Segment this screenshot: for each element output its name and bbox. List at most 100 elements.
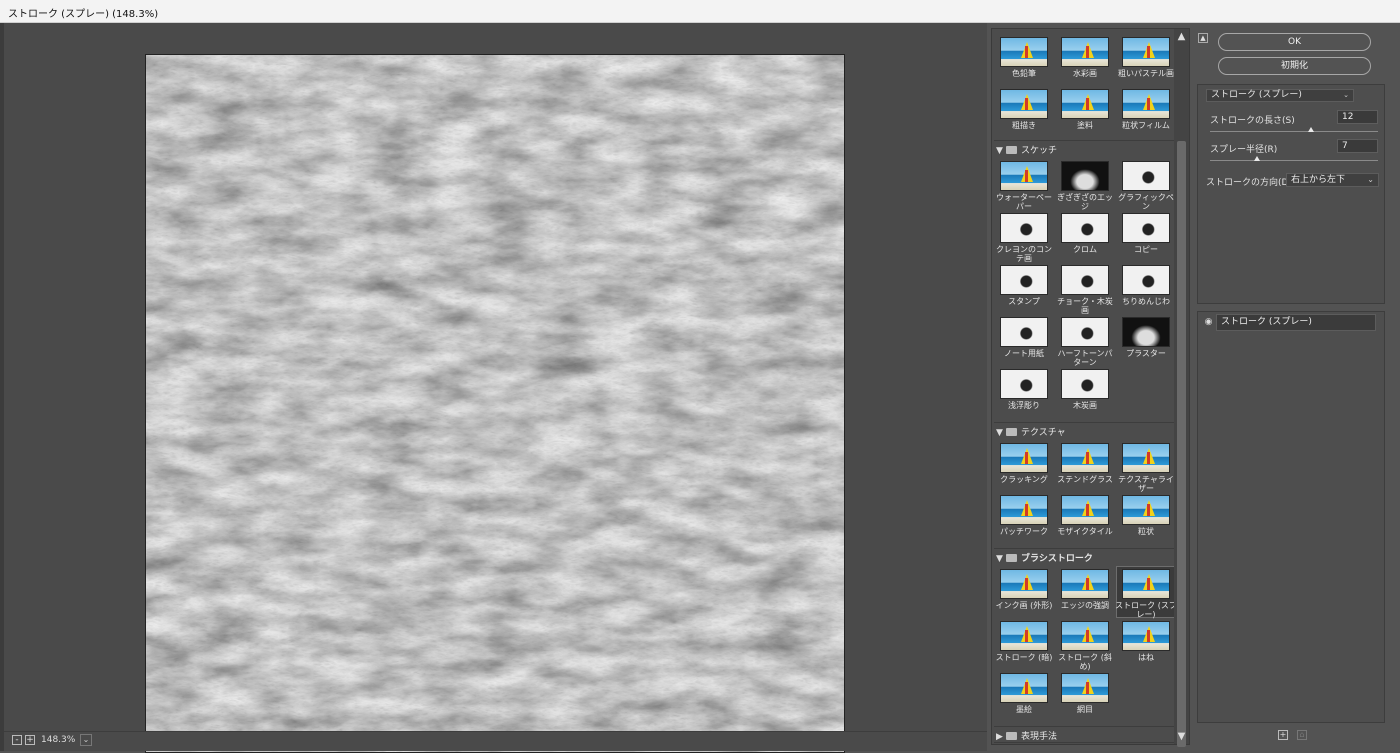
filter-thumbnail[interactable]: インク画 (外形) bbox=[995, 567, 1053, 617]
filter-thumbnail[interactable]: テクスチャライザー bbox=[1117, 441, 1175, 493]
scroll-down-button[interactable]: ▼ bbox=[1176, 731, 1187, 742]
sail-stripe bbox=[1086, 578, 1089, 590]
filter-thumbnail[interactable]: はね bbox=[1117, 619, 1175, 669]
filter-thumbnail[interactable]: 粗描き bbox=[995, 87, 1053, 137]
expand-down-icon[interactable]: ▼ bbox=[996, 554, 1006, 564]
filter-thumbnail[interactable]: 浅浮彫り bbox=[995, 367, 1053, 417]
reset-button[interactable]: 初期化 bbox=[1218, 57, 1371, 75]
stroke-direction-label: ストロークの方向(D) : bbox=[1206, 178, 1298, 188]
stroke-length-slider-thumb[interactable] bbox=[1307, 127, 1314, 132]
stroke-length-slider[interactable] bbox=[1210, 131, 1378, 132]
gallery-scrollbar[interactable]: ▲ ▼ bbox=[1174, 29, 1189, 747]
sail-stripe bbox=[1147, 630, 1150, 642]
filter-thumbnail[interactable]: クレヨンのコンテ画 bbox=[995, 211, 1053, 263]
category-divider bbox=[994, 422, 1174, 423]
filter-label: 網目 bbox=[1077, 705, 1093, 714]
filter-thumbnail[interactable]: ウォーターペーパー bbox=[995, 159, 1053, 211]
spray-radius-slider[interactable] bbox=[1210, 160, 1378, 161]
filter-label: チョーク・木炭画 bbox=[1057, 297, 1113, 315]
sail-stripe bbox=[1086, 630, 1089, 642]
scroll-thumb[interactable] bbox=[1177, 141, 1186, 747]
trash-icon[interactable]: ⌂ bbox=[1297, 730, 1307, 740]
filter-thumbnail[interactable]: プラスター bbox=[1117, 315, 1175, 365]
expand-down-icon[interactable]: ▼ bbox=[996, 146, 1006, 156]
gallery-category[interactable]: ▶ 表現手法 bbox=[996, 729, 1172, 743]
zoom-in-button[interactable]: + bbox=[25, 735, 35, 745]
filter-thumbnail[interactable]: ステンドグラス bbox=[1056, 441, 1114, 491]
sail-stripe bbox=[1147, 46, 1150, 58]
filter-thumbnail[interactable]: 塗料 bbox=[1056, 87, 1114, 137]
filter-thumbnail[interactable]: 粒状フィルム bbox=[1117, 87, 1175, 137]
filter-thumbnail[interactable]: グラフィックペン bbox=[1117, 159, 1175, 211]
filter-gallery-list: 色鉛筆 水彩画 粗いパステル画粗描き 塗料 粒状フィルム ▼ スケッチウォーターペーパー ぎざ… bbox=[992, 29, 1175, 744]
filter-preview-image bbox=[1000, 213, 1048, 243]
folder-icon bbox=[1006, 146, 1017, 154]
filter-thumbnail[interactable]: エッジの強調 bbox=[1056, 567, 1114, 617]
filter-thumbnail[interactable]: 水彩画 bbox=[1056, 35, 1114, 85]
filter-thumbnail[interactable]: ストローク (スプレー) bbox=[1115, 566, 1175, 619]
filter-thumbnail[interactable]: ノート用紙 bbox=[995, 315, 1053, 365]
filter-thumbnail[interactable]: モザイクタイル bbox=[1056, 493, 1114, 543]
zoom-out-button[interactable]: - bbox=[12, 735, 22, 745]
filter-thumbnail[interactable]: チョーク・木炭画 bbox=[1056, 263, 1114, 315]
eye-icon[interactable]: ◉ bbox=[1203, 317, 1214, 328]
sail-stripe bbox=[1147, 98, 1150, 110]
ok-button[interactable]: OK bbox=[1218, 33, 1371, 51]
filter-thumbnail[interactable]: 粗いパステル画 bbox=[1117, 35, 1175, 85]
filter-label: クラッキング bbox=[1000, 475, 1048, 484]
preview-area[interactable] bbox=[4, 23, 987, 753]
collapse-icon[interactable]: ▲ bbox=[1198, 33, 1208, 43]
filter-thumbnail[interactable]: ストローク (斜め) bbox=[1056, 619, 1114, 671]
filter-label: モザイクタイル bbox=[1057, 527, 1113, 536]
category-name: 表現手法 bbox=[1021, 732, 1058, 742]
zoom-dropdown[interactable]: ⌄ bbox=[80, 734, 92, 746]
gallery-category[interactable]: ▼ スケッチ bbox=[996, 143, 1172, 157]
filter-label: 水彩画 bbox=[1073, 69, 1097, 78]
gallery-category[interactable]: ▼ ブラシストローク bbox=[996, 551, 1172, 565]
new-effect-layer-icon[interactable]: + bbox=[1278, 730, 1288, 740]
stroke-direction-select[interactable]: 右上から左下 ⌄ bbox=[1286, 173, 1379, 187]
filter-settings: ストローク (スプレー) ⌄ ストロークの長さ(S) 12 スプレー半径(R) … bbox=[1197, 84, 1385, 304]
spray-radius-input[interactable]: 7 bbox=[1337, 139, 1378, 153]
filter-preview-image bbox=[1061, 161, 1109, 191]
zoom-bar: - + 148.3% ⌄ bbox=[4, 731, 987, 751]
filter-thumbnail[interactable]: 色鉛筆 bbox=[995, 35, 1053, 85]
category-divider bbox=[994, 548, 1174, 549]
preview-image[interactable] bbox=[145, 54, 845, 753]
filter-thumbnail[interactable]: クラッキング bbox=[995, 441, 1053, 491]
filter-thumbnail[interactable]: ハーフトーンパターン bbox=[1056, 315, 1114, 367]
sail-stripe bbox=[1025, 630, 1028, 642]
folder-icon bbox=[1006, 428, 1017, 436]
filter-thumbnail[interactable]: クロム bbox=[1056, 211, 1114, 261]
filter-preview-image bbox=[1000, 621, 1048, 651]
spray-radius-slider-thumb[interactable] bbox=[1254, 156, 1261, 161]
scroll-up-button[interactable]: ▲ bbox=[1176, 31, 1187, 42]
filter-thumbnail[interactable]: パッチワーク bbox=[995, 493, 1053, 543]
filter-thumbnail[interactable]: スタンプ bbox=[995, 263, 1053, 313]
expand-right-icon[interactable]: ▶ bbox=[996, 732, 1006, 742]
effect-layer-row[interactable]: ◉ ストローク (スプレー) bbox=[1198, 314, 1384, 331]
filter-preview-image bbox=[1000, 89, 1048, 119]
filter-thumbnail[interactable]: 木炭画 bbox=[1056, 367, 1114, 417]
filter-thumbnail[interactable]: 網目 bbox=[1056, 671, 1114, 721]
sail-stripe bbox=[1025, 98, 1028, 110]
filter-preview-image bbox=[1000, 161, 1048, 191]
stroke-length-input[interactable]: 12 bbox=[1337, 110, 1378, 124]
filter-thumbnail[interactable]: ぎざぎざのエッジ bbox=[1056, 159, 1114, 211]
filter-label: 粗描き bbox=[1012, 121, 1036, 130]
title-bar: ストローク (スプレー) (148.3%) bbox=[0, 0, 1400, 23]
filter-select[interactable]: ストローク (スプレー) ⌄ bbox=[1206, 89, 1354, 102]
sail-stripe bbox=[1025, 452, 1028, 464]
effect-layer-name[interactable]: ストローク (スプレー) bbox=[1216, 314, 1376, 331]
filter-thumbnail[interactable]: 粒状 bbox=[1117, 493, 1175, 543]
sail-stripe bbox=[1086, 452, 1089, 464]
filter-thumbnail[interactable]: 墨絵 bbox=[995, 671, 1053, 721]
gallery-category[interactable]: ▼ テクスチャ bbox=[996, 425, 1172, 439]
category-divider bbox=[994, 140, 1174, 141]
sail-stripe bbox=[1025, 170, 1028, 182]
expand-down-icon[interactable]: ▼ bbox=[996, 428, 1006, 438]
filter-thumbnail[interactable]: ちりめんじわ bbox=[1117, 263, 1175, 313]
category-name: テクスチャ bbox=[1021, 428, 1066, 438]
filter-thumbnail[interactable]: ストローク (暗) bbox=[995, 619, 1053, 669]
filter-thumbnail[interactable]: コピー bbox=[1117, 211, 1175, 261]
